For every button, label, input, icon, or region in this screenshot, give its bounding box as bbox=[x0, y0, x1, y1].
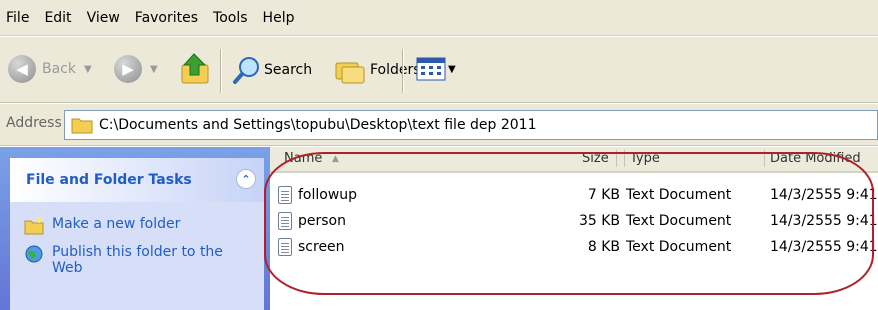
column-divider[interactable] bbox=[764, 150, 765, 167]
views-icon bbox=[416, 57, 446, 81]
text-file-icon bbox=[278, 212, 292, 230]
folders-label: Folders bbox=[370, 62, 421, 78]
make-new-folder-link[interactable]: Make a new folder bbox=[24, 216, 180, 236]
file-row[interactable]: person 35 KB Text Document 14/3/2555 9:4… bbox=[270, 209, 878, 235]
task-pane: File and Folder Tasks ⌃ Make a new folde… bbox=[0, 147, 270, 310]
menu-view[interactable]: View bbox=[87, 10, 120, 26]
menu-tools[interactable]: Tools bbox=[213, 10, 248, 26]
forward-button[interactable]: ▶ ▼ bbox=[114, 55, 158, 83]
sort-arrow-icon: ▲ bbox=[332, 154, 339, 164]
file-type: Text Document bbox=[626, 239, 732, 255]
file-size: 8 KB bbox=[587, 239, 620, 255]
search-icon bbox=[233, 57, 259, 84]
column-headers: Name ▲ Size Type Date Modified bbox=[270, 147, 878, 173]
menu-favorites[interactable]: Favorites bbox=[135, 10, 198, 26]
address-label: Address bbox=[6, 115, 62, 131]
file-name: person bbox=[298, 213, 346, 229]
menu-edit[interactable]: Edit bbox=[44, 10, 71, 26]
column-size[interactable]: Size bbox=[582, 151, 609, 166]
make-new-folder-label: Make a new folder bbox=[52, 216, 181, 232]
toolbar-separator bbox=[220, 49, 222, 93]
new-folder-icon bbox=[24, 217, 44, 235]
views-button[interactable]: ▼ bbox=[416, 55, 456, 83]
publish-folder-link[interactable]: Publish this folder to the Web bbox=[24, 244, 244, 276]
file-date: 14/3/2555 9:41 bbox=[770, 213, 878, 229]
text-file-icon bbox=[278, 238, 292, 256]
address-bar: Address C:\Documents and Settings\topubu… bbox=[0, 104, 878, 146]
publish-folder-label: Publish this folder to the Web bbox=[52, 244, 223, 276]
globe-icon bbox=[25, 245, 43, 263]
task-panel-title: File and Folder Tasks bbox=[26, 172, 192, 188]
forward-dropdown-icon[interactable]: ▼ bbox=[150, 64, 158, 75]
column-divider[interactable] bbox=[624, 150, 625, 167]
collapse-chevron-icon[interactable]: ⌃ bbox=[236, 169, 256, 189]
toolbar-separator bbox=[402, 49, 404, 93]
search-button[interactable]: Search bbox=[232, 55, 312, 85]
address-field[interactable]: C:\Documents and Settings\topubu\Desktop… bbox=[64, 110, 878, 140]
file-date: 14/3/2555 9:41 bbox=[770, 187, 878, 203]
file-date: 14/3/2555 9:41 bbox=[770, 239, 878, 255]
address-path: C:\Documents and Settings\topubu\Desktop… bbox=[99, 117, 537, 133]
file-type: Text Document bbox=[626, 213, 732, 229]
column-date-modified[interactable]: Date Modified bbox=[770, 151, 861, 166]
column-name[interactable]: Name bbox=[284, 151, 322, 166]
up-folder-icon bbox=[181, 53, 209, 84]
file-type: Text Document bbox=[626, 187, 732, 203]
file-size: 35 KB bbox=[578, 213, 620, 229]
search-label: Search bbox=[264, 62, 313, 78]
menu-bar: File Edit View Favorites Tools Help bbox=[0, 0, 878, 36]
folders-button[interactable]: Folders bbox=[334, 55, 421, 85]
column-type[interactable]: Type bbox=[630, 151, 660, 166]
column-divider[interactable] bbox=[616, 150, 617, 167]
file-folder-tasks-panel: File and Folder Tasks ⌃ Make a new folde… bbox=[10, 158, 264, 310]
back-label: Back bbox=[42, 61, 76, 77]
toolbar: ◀ Back ▼ ▶ ▼ Search Folders ▼ bbox=[0, 37, 878, 103]
folder-icon bbox=[71, 118, 93, 134]
file-name: screen bbox=[298, 239, 345, 255]
forward-arrow-icon: ▶ bbox=[114, 55, 142, 83]
text-file-icon bbox=[278, 186, 292, 204]
file-row[interactable]: screen 8 KB Text Document 14/3/2555 9:41 bbox=[270, 235, 878, 261]
up-folder-button[interactable] bbox=[178, 51, 212, 87]
task-panel-header[interactable]: File and Folder Tasks ⌃ bbox=[10, 158, 264, 202]
folders-icon bbox=[335, 62, 365, 84]
views-dropdown-icon[interactable]: ▼ bbox=[448, 64, 456, 75]
back-dropdown-icon[interactable]: ▼ bbox=[84, 64, 92, 75]
back-arrow-icon: ◀ bbox=[8, 55, 36, 83]
menu-help[interactable]: Help bbox=[263, 10, 295, 26]
file-list: Name ▲ Size Type Date Modified followup … bbox=[270, 147, 878, 310]
back-button[interactable]: ◀ Back ▼ bbox=[8, 55, 92, 83]
file-size: 7 KB bbox=[587, 187, 620, 203]
file-row[interactable]: followup 7 KB Text Document 14/3/2555 9:… bbox=[270, 183, 878, 209]
file-name: followup bbox=[298, 187, 358, 203]
menu-file[interactable]: File bbox=[6, 10, 29, 26]
